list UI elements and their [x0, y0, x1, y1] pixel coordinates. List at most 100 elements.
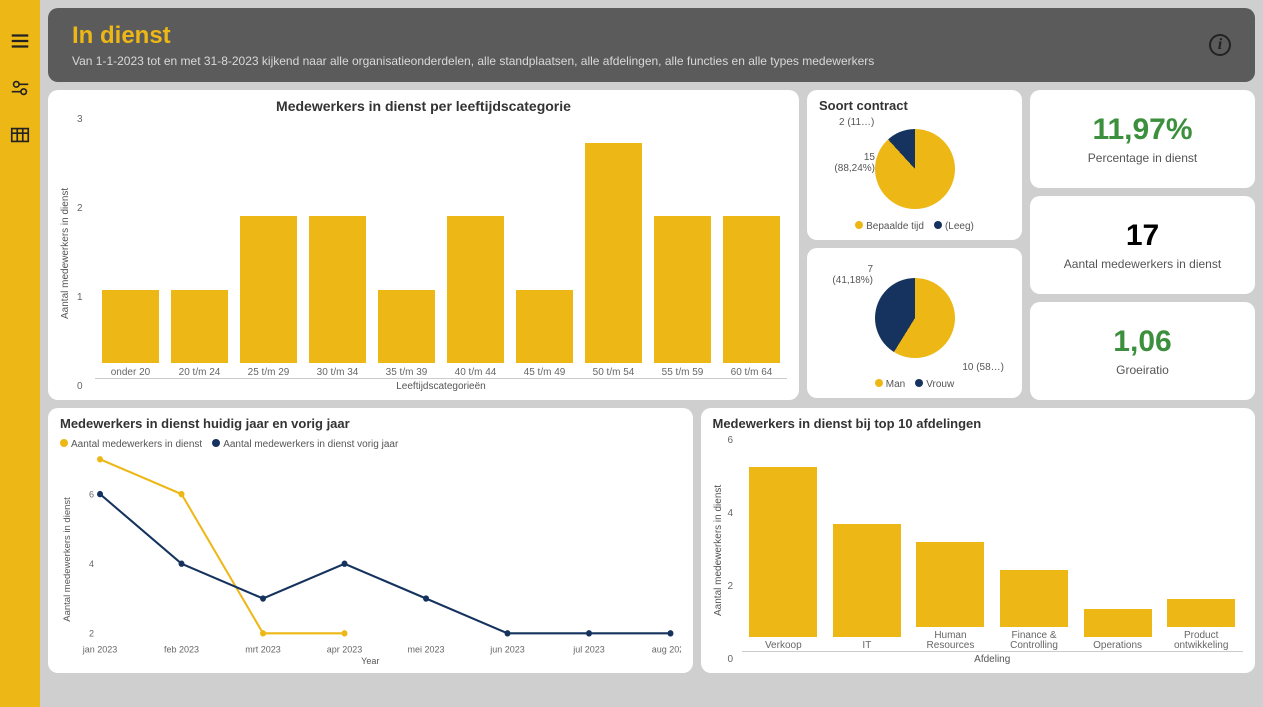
bar-label: Product ontwikkeling — [1163, 631, 1239, 651]
kpi-percentage: 11,97% Percentage in dienst — [1030, 90, 1255, 188]
kpi-label: Groeiratio — [1116, 363, 1169, 377]
pie-data-label: 2 (11…) — [839, 117, 874, 128]
page-header: In dienst Van 1-1-2023 tot en met 31-8-2… — [48, 8, 1255, 82]
line-point[interactable] — [505, 630, 511, 636]
kpi-label: Aantal medewerkers in dienst — [1064, 257, 1221, 271]
filter-icon[interactable] — [9, 77, 31, 104]
left-sidebar — [0, 0, 40, 707]
kpi-value: 17 — [1126, 219, 1159, 253]
table-icon[interactable] — [9, 124, 31, 151]
bar-label: 55 t/m 59 — [662, 367, 704, 378]
chart-title: Medewerkers in dienst per leeftijdscateg… — [60, 98, 787, 114]
bar[interactable]: 45 t/m 49 — [513, 290, 576, 378]
line-point[interactable] — [97, 491, 103, 497]
bar-label: 60 t/m 64 — [731, 367, 773, 378]
bar[interactable]: IT — [829, 524, 905, 651]
x-axis-label: Afdeling — [742, 654, 1244, 665]
line-point[interactable] — [179, 491, 185, 497]
svg-text:mrt 2023: mrt 2023 — [245, 644, 281, 654]
svg-text:apr 2023: apr 2023 — [327, 644, 363, 654]
line-point[interactable] — [342, 630, 348, 636]
pie-data-label: 15(88,24%) — [827, 152, 875, 174]
line-point[interactable] — [260, 630, 266, 636]
pie[interactable] — [875, 278, 955, 358]
bar-label: Human Resources — [913, 631, 989, 651]
bar-label: 35 t/m 39 — [386, 367, 428, 378]
line-point[interactable] — [97, 456, 103, 462]
chart-gender-pie: 7(41,18%) 10 (58…) Man Vrouw — [807, 248, 1022, 398]
bar[interactable]: 30 t/m 34 — [306, 216, 369, 378]
pie[interactable] — [875, 129, 955, 209]
page-title: In dienst — [72, 22, 874, 50]
info-icon[interactable]: i — [1209, 34, 1231, 56]
bar[interactable]: 35 t/m 39 — [375, 290, 438, 378]
bar[interactable]: Finance & Controlling — [996, 570, 1072, 651]
line-series[interactable] — [100, 459, 344, 633]
pie-data-label: 10 (58…) — [962, 362, 1004, 373]
line-point[interactable] — [179, 561, 185, 567]
legend-item[interactable]: Man — [875, 379, 905, 390]
bar-label: 20 t/m 24 — [179, 367, 221, 378]
chart-trend-line: Medewerkers in dienst huidig jaar en vor… — [48, 408, 693, 673]
line-point[interactable] — [586, 630, 592, 636]
svg-text:feb 2023: feb 2023 — [164, 644, 199, 654]
bar-label: 40 t/m 44 — [455, 367, 497, 378]
line-point[interactable] — [260, 595, 266, 601]
chart-title: Medewerkers in dienst bij top 10 afdelin… — [713, 416, 1244, 431]
bar[interactable]: 55 t/m 59 — [651, 216, 714, 378]
legend-item[interactable]: (Leeg) — [934, 221, 974, 232]
legend-item[interactable]: Aantal medewerkers in dienst — [60, 439, 202, 450]
pie-data-label: 7(41,18%) — [825, 264, 873, 286]
svg-text:Year: Year — [361, 656, 379, 665]
bar-label: onder 20 — [111, 367, 150, 378]
chart-top10-bars: Medewerkers in dienst bij top 10 afdelin… — [701, 408, 1256, 673]
kpi-label: Percentage in dienst — [1088, 151, 1197, 165]
bar[interactable]: 50 t/m 54 — [582, 143, 645, 378]
chart-title: Medewerkers in dienst huidig jaar en vor… — [60, 416, 681, 431]
bar[interactable]: Human Resources — [913, 542, 989, 651]
bar[interactable]: Product ontwikkeling — [1163, 599, 1239, 651]
line-point[interactable] — [423, 595, 429, 601]
chart-age-bars: Medewerkers in dienst per leeftijdscateg… — [48, 90, 799, 400]
bar[interactable]: Verkoop — [746, 467, 822, 651]
bar-label: 45 t/m 49 — [524, 367, 566, 378]
chart-contract-pie: Soort contract 2 (11…) 15(88,24%) Bepaald… — [807, 90, 1022, 240]
bar[interactable]: 25 t/m 29 — [237, 216, 300, 378]
kpi-count: 17 Aantal medewerkers in dienst — [1030, 196, 1255, 294]
bar-label: Verkoop — [765, 641, 802, 651]
svg-text:jul 2023: jul 2023 — [572, 644, 605, 654]
line-point[interactable] — [342, 561, 348, 567]
line-point[interactable] — [667, 630, 673, 636]
line-series[interactable] — [100, 494, 670, 633]
svg-text:6: 6 — [89, 489, 94, 499]
chart-title: Soort contract — [819, 98, 1010, 113]
y-axis-label: Aantal medewerkers in dienst — [60, 114, 71, 392]
bar-label: Finance & Controlling — [996, 631, 1072, 651]
bar[interactable]: 40 t/m 44 — [444, 216, 507, 378]
bar-label: 25 t/m 29 — [248, 367, 290, 378]
bar[interactable]: Operations — [1080, 609, 1156, 651]
bar-label: Operations — [1093, 641, 1142, 651]
svg-text:mei 2023: mei 2023 — [407, 644, 444, 654]
legend-item[interactable]: Bepaalde tijd — [855, 221, 924, 232]
menu-icon[interactable] — [9, 30, 31, 57]
svg-text:jan 2023: jan 2023 — [82, 644, 118, 654]
bar-label: 50 t/m 54 — [593, 367, 635, 378]
page-subtitle: Van 1-1-2023 tot en met 31-8-2023 kijken… — [72, 54, 874, 68]
svg-text:Aantal medewerkers in dienst: Aantal medewerkers in dienst — [62, 497, 72, 622]
bar-label: IT — [862, 641, 871, 651]
kpi-ratio: 1,06 Groeiratio — [1030, 302, 1255, 400]
kpi-value: 1,06 — [1113, 325, 1171, 359]
legend-item[interactable]: Vrouw — [915, 379, 954, 390]
svg-text:jun 2023: jun 2023 — [489, 644, 525, 654]
bar[interactable]: 20 t/m 24 — [168, 290, 231, 378]
legend-item[interactable]: Aantal medewerkers in dienst vorig jaar — [212, 439, 398, 450]
bar-label: 30 t/m 34 — [317, 367, 359, 378]
bar[interactable]: onder 20 — [99, 290, 162, 378]
svg-text:aug 2023: aug 2023 — [652, 644, 681, 654]
y-axis-label: Aantal medewerkers in dienst — [713, 435, 724, 665]
x-axis-label: Leeftijdscategorieën — [95, 381, 787, 392]
kpi-value: 11,97% — [1092, 113, 1192, 147]
bar[interactable]: 60 t/m 64 — [720, 216, 783, 378]
svg-text:4: 4 — [89, 559, 94, 569]
